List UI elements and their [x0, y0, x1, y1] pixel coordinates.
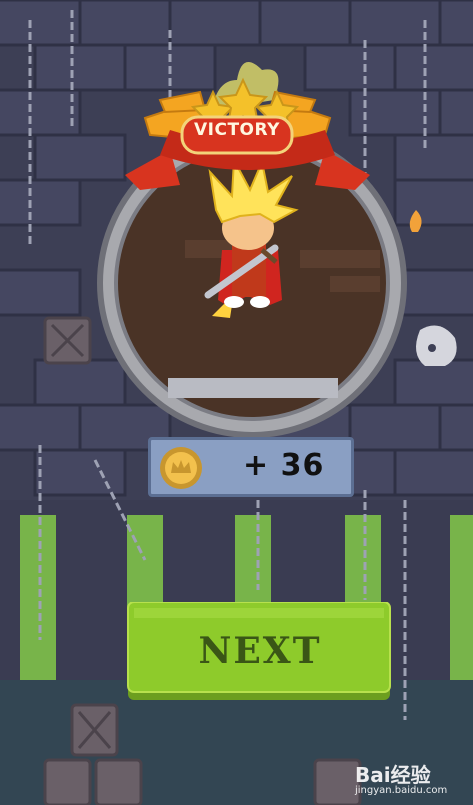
- next-button[interactable]: NEXT: [126, 602, 394, 704]
- watermark-url: jingyan.baidu.com: [355, 785, 448, 796]
- next-button-label: NEXT: [198, 630, 322, 672]
- victory-title: VICTORY: [194, 120, 280, 140]
- watermark-text: Bai经验: [355, 763, 431, 787]
- baidu-watermark: Bai经验 jingyan.baidu.com: [355, 757, 467, 801]
- reward-panel: + 36: [148, 437, 354, 497]
- reward-amount: + 36: [243, 448, 325, 483]
- crown-coin-icon: [160, 447, 202, 489]
